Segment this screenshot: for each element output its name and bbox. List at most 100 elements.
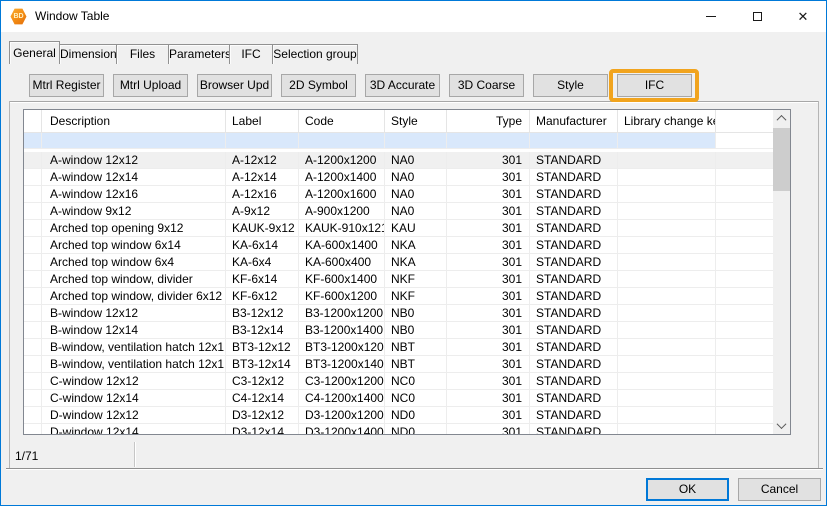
cell-type[interactable]: 301 [447, 203, 530, 220]
cancel-button[interactable]: Cancel [738, 478, 821, 501]
cell-library-change-key[interactable] [618, 152, 716, 169]
cell-description[interactable]: Arched top window 6x14 [42, 237, 226, 254]
cell-code[interactable]: KF-600x1400 [299, 271, 385, 288]
table-row[interactable]: Arched top window 6x14KA-6x14KA-600x1400… [24, 237, 773, 254]
cell-style[interactable]: ND0 [385, 407, 447, 424]
header-description[interactable]: Description [42, 110, 226, 132]
cell-label[interactable]: D3-12x12 [226, 407, 299, 424]
cell-type[interactable]: 301 [447, 169, 530, 186]
cell-style[interactable] [385, 133, 447, 149]
cell-label[interactable]: A-12x16 [226, 186, 299, 203]
cell-description[interactable]: Arched top window 6x4 [42, 254, 226, 271]
cell-code[interactable]: C4-1200x1400 [299, 390, 385, 407]
cell-label[interactable] [226, 133, 299, 149]
cell-type[interactable]: 301 [447, 373, 530, 390]
cell-library-change-key[interactable] [618, 237, 716, 254]
cell-style[interactable]: NC0 [385, 373, 447, 390]
ifc-button[interactable]: IFC [617, 74, 692, 97]
row-selector[interactable] [24, 305, 42, 322]
cell-library-change-key[interactable] [618, 186, 716, 203]
cell-code[interactable]: BT3-1200x1200 [299, 339, 385, 356]
cell-library-change-key[interactable] [618, 203, 716, 220]
cell-description[interactable]: D-window 12x12 [42, 407, 226, 424]
table-row[interactable]: B-window, ventilation hatch 12x1BT3-12x1… [24, 339, 773, 356]
cell-library-change-key[interactable] [618, 254, 716, 271]
cell-code[interactable]: B3-1200x1200 [299, 305, 385, 322]
title-bar[interactable]: BD Window Table ✕ [1, 1, 826, 32]
cell-label[interactable]: KAUK-9x12 [226, 220, 299, 237]
mtrl-register-button[interactable]: Mtrl Register [29, 74, 104, 97]
cell-label[interactable]: KF-6x12 [226, 288, 299, 305]
cell-label[interactable]: B3-12x14 [226, 322, 299, 339]
row-selector[interactable] [24, 169, 42, 186]
scrollbar-thumb[interactable] [773, 128, 790, 191]
cell-manufacturer[interactable]: STANDARD [530, 288, 618, 305]
cell-label[interactable]: A-12x14 [226, 169, 299, 186]
cell-manufacturer[interactable]: STANDARD [530, 186, 618, 203]
2d-symbol-button[interactable]: 2D Symbol [281, 74, 356, 97]
scroll-down-button[interactable] [773, 417, 790, 434]
table-row[interactable]: C-window 12x14C4-12x14C4-1200x1400NC0301… [24, 390, 773, 407]
row-selector[interactable] [24, 203, 42, 220]
row-selector[interactable] [24, 339, 42, 356]
cell-type[interactable]: 301 [447, 407, 530, 424]
cell-manufacturer[interactable]: STANDARD [530, 237, 618, 254]
table-row[interactable]: C-window 12x12C3-12x12C3-1200x1200NC0301… [24, 373, 773, 390]
table-row[interactable]: Arched top window, dividerKF-6x14KF-600x… [24, 271, 773, 288]
cell-manufacturer[interactable] [530, 133, 618, 149]
cell-library-change-key[interactable] [618, 220, 716, 237]
cell-description[interactable]: B-window, ventilation hatch 12x1 [42, 356, 226, 373]
cell-library-change-key[interactable] [618, 305, 716, 322]
table-row[interactable]: D-window 12x14D3-12x14D3-1200x1400ND0301… [24, 424, 773, 435]
cell-code[interactable]: KA-600x400 [299, 254, 385, 271]
cell-type[interactable]: 301 [447, 271, 530, 288]
cell-description[interactable]: C-window 12x14 [42, 390, 226, 407]
table-row[interactable]: B-window, ventilation hatch 12x1BT3-12x1… [24, 356, 773, 373]
table-row[interactable]: A-window 12x14A-12x14A-1200x1400NA0301ST… [24, 169, 773, 186]
header-manufacturer[interactable]: Manufacturer [530, 110, 618, 132]
cell-label[interactable]: A-9x12 [226, 203, 299, 220]
cell-library-change-key[interactable] [618, 322, 716, 339]
cell-manufacturer[interactable]: STANDARD [530, 203, 618, 220]
3d-accurate-button[interactable]: 3D Accurate [365, 74, 440, 97]
cell-label[interactable]: KA-6x14 [226, 237, 299, 254]
table-row[interactable]: D-window 12x12D3-12x12D3-1200x1200ND0301… [24, 407, 773, 424]
row-selector[interactable] [24, 373, 42, 390]
cell-label[interactable]: C4-12x14 [226, 390, 299, 407]
cell-style[interactable]: KAU [385, 220, 447, 237]
cell-style[interactable]: NKA [385, 254, 447, 271]
table-row[interactable]: A-window 12x16A-12x16A-1200x1600NA0301ST… [24, 186, 773, 203]
3d-coarse-button[interactable]: 3D Coarse [449, 74, 524, 97]
cell-style[interactable]: NBT [385, 356, 447, 373]
row-selector[interactable] [24, 271, 42, 288]
cell-label[interactable]: A-12x12 [226, 152, 299, 169]
cell-description[interactable]: D-window 12x14 [42, 424, 226, 435]
cell-description[interactable]: C-window 12x12 [42, 373, 226, 390]
tab-dimensions[interactable]: Dimensions [59, 44, 117, 64]
cell-code[interactable]: A-1200x1400 [299, 169, 385, 186]
cell-library-change-key[interactable] [618, 407, 716, 424]
cell-description[interactable]: A-window 12x12 [42, 152, 226, 169]
cell-style[interactable]: NA0 [385, 169, 447, 186]
table-row[interactable]: Arched top opening 9x12KAUK-9x12KAUK-910… [24, 220, 773, 237]
header-library-change-key[interactable]: Library change key [618, 110, 716, 132]
cell-library-change-key[interactable] [618, 356, 716, 373]
cell-code[interactable]: KF-600x1200 [299, 288, 385, 305]
cell-type[interactable]: 301 [447, 322, 530, 339]
cell-description[interactable]: B-window, ventilation hatch 12x1 [42, 339, 226, 356]
cell-type[interactable]: 301 [447, 186, 530, 203]
cell-style[interactable]: NB0 [385, 305, 447, 322]
cell-manufacturer[interactable]: STANDARD [530, 254, 618, 271]
cell-library-change-key[interactable] [618, 424, 716, 435]
cell-description[interactable]: B-window 12x14 [42, 322, 226, 339]
cell-manufacturer[interactable]: STANDARD [530, 424, 618, 435]
cell-manufacturer[interactable]: STANDARD [530, 305, 618, 322]
new-entry-row[interactable] [24, 133, 773, 149]
browser-upd-button[interactable]: Browser Upd [197, 74, 272, 97]
cell-code[interactable] [299, 133, 385, 149]
row-selector[interactable] [24, 186, 42, 203]
table-row[interactable]: Arched top window, divider 6x12KF-6x12KF… [24, 288, 773, 305]
cell-code[interactable]: KAUK-910x1210 [299, 220, 385, 237]
header-style[interactable]: Style [385, 110, 447, 132]
cell-manufacturer[interactable]: STANDARD [530, 152, 618, 169]
